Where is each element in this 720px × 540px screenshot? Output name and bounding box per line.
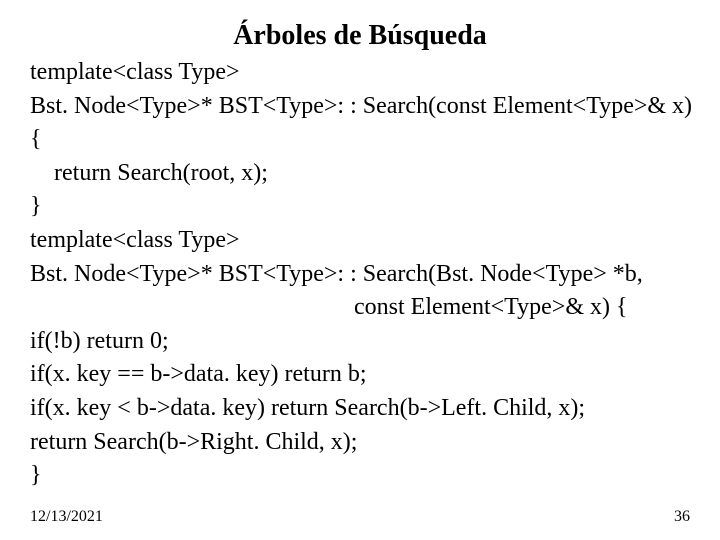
code-line: if(x. key == b->data. key) return b;: [30, 361, 367, 387]
code-block: template<class Type> Bst. Node<Type>* BS…: [30, 56, 690, 493]
page-number: 36: [674, 508, 690, 526]
footer-date: 12/13/2021: [30, 508, 103, 526]
code-line: const Element<Type>& x) {: [30, 294, 628, 320]
code-line: }: [30, 193, 42, 219]
code-line: Bst. Node<Type>* BST<Type>: : Search(con…: [30, 93, 692, 119]
slide: Árboles de Búsqueda template<class Type>…: [0, 0, 720, 540]
code-line: Bst. Node<Type>* BST<Type>: : Search(Bst…: [30, 261, 643, 287]
code-line: if(!b) return 0;: [30, 328, 169, 354]
footer: 12/13/2021 36: [30, 508, 690, 526]
code-line: {: [30, 126, 42, 152]
code-line: }: [30, 462, 42, 488]
code-line: return Search(b->Right. Child, x);: [30, 429, 357, 455]
slide-title: Árboles de Búsqueda: [30, 20, 690, 52]
code-line: template<class Type>: [30, 59, 240, 85]
code-line: return Search(root, x);: [30, 160, 268, 186]
code-line: if(x. key < b->data. key) return Search(…: [30, 395, 585, 421]
code-line: template<class Type>: [30, 227, 240, 253]
